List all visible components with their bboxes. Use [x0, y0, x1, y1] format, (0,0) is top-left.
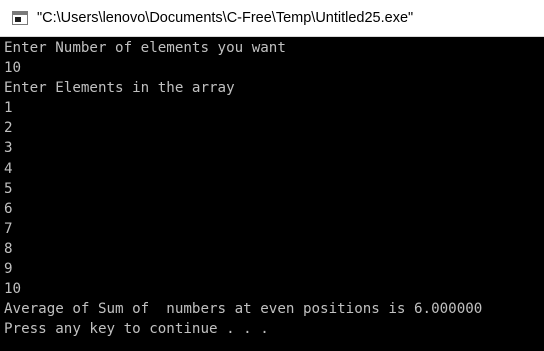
console-line-prompt-count: Enter Number of elements you want [4, 40, 286, 56]
console-line-element: 5 [4, 180, 13, 197]
console-line-element: 1 [4, 100, 13, 117]
title-bar[interactable]: "C:\Users\lenovo\Documents\C-Free\Temp\U… [0, 0, 544, 37]
console-line-element: 4 [4, 160, 13, 177]
console-window-icon-bar [13, 12, 27, 15]
console-line-result: Average of Sum of numbers at even positi… [4, 301, 483, 318]
console-line-prompt-elements: Enter Elements in the array [4, 80, 235, 97]
console-lines: Enter Number of elements you want 10 Ent… [4, 38, 482, 339]
console-window-icon[interactable] [12, 11, 28, 25]
console-window: "C:\Users\lenovo\Documents\C-Free\Temp\U… [0, 0, 544, 351]
console-line-element: 7 [4, 220, 13, 237]
console-line-element: 3 [4, 140, 13, 157]
console-line-element: 9 [4, 261, 13, 278]
console-output[interactable]: Enter Number of elements you want 10 Ent… [0, 37, 544, 351]
console-line-element: 2 [4, 120, 13, 137]
console-line-input-count: 10 [4, 60, 22, 77]
console-window-icon-screen [15, 17, 21, 22]
console-line-element: 10 [4, 281, 22, 298]
console-line-element: 6 [4, 200, 13, 217]
window-title: "C:\Users\lenovo\Documents\C-Free\Temp\U… [37, 10, 414, 26]
console-line-element: 8 [4, 240, 13, 257]
console-line-continue-prompt: Press any key to continue . . . [4, 321, 269, 338]
